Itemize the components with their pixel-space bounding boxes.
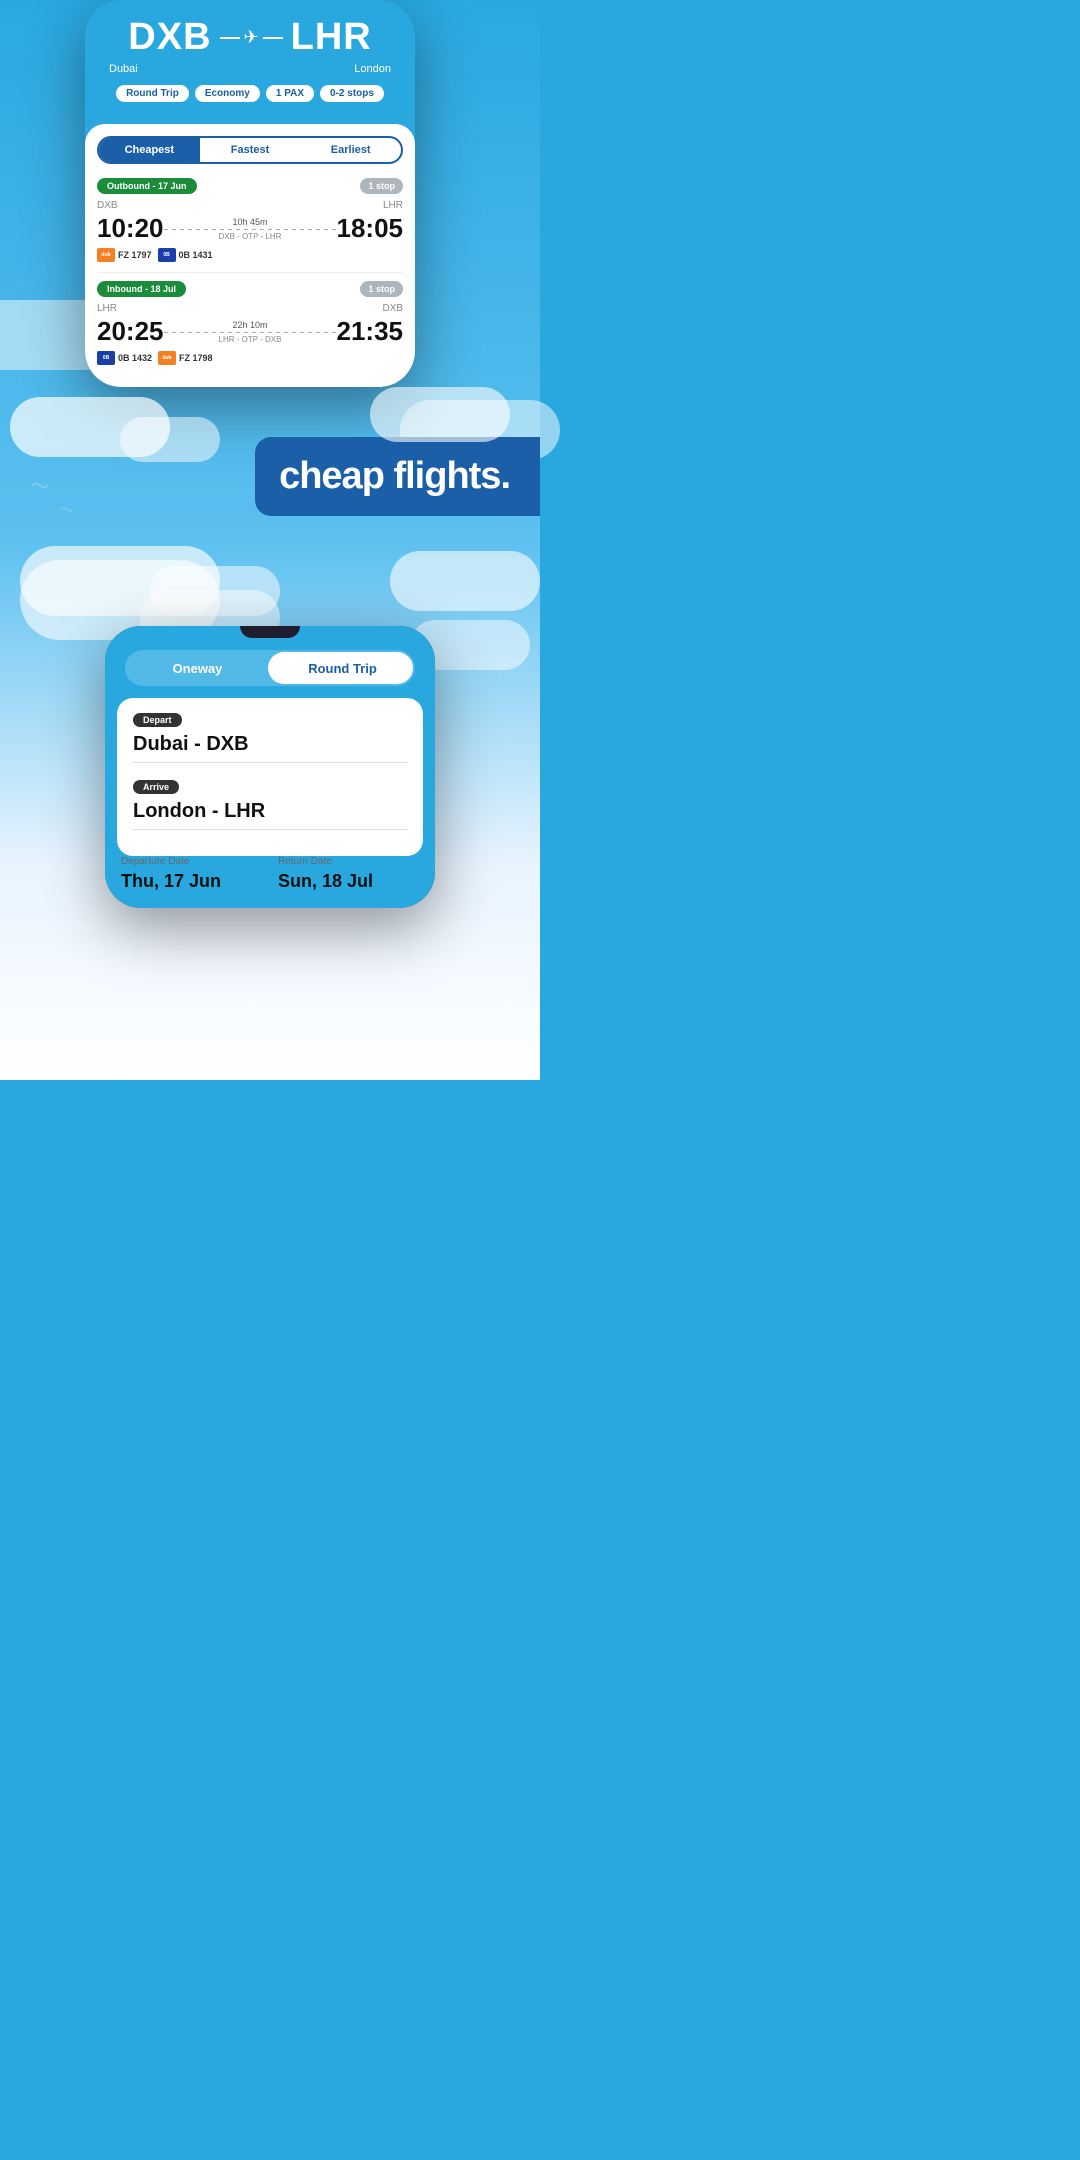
background: 〜 〜 DXB ✈ LHR Dubai London bbox=[0, 0, 540, 1080]
city-names: Dubai London bbox=[101, 63, 399, 75]
outbound-airline1-logo: dub bbox=[97, 248, 115, 262]
phone2-inner: Oneway Round Trip Depart Dubai - DXB Arr… bbox=[105, 626, 435, 908]
filter-passengers[interactable]: 1 PAX bbox=[266, 85, 314, 102]
cloud-spacer bbox=[0, 546, 540, 606]
outbound-route: DXB - OTP - LHR bbox=[164, 232, 337, 241]
outbound-stops: 1 stop bbox=[360, 178, 403, 194]
cloud-mid-left2 bbox=[120, 417, 220, 462]
outbound-airports: DXB LHR bbox=[97, 200, 403, 211]
inbound-header: Inbound - 18 Jul 1 stop bbox=[97, 281, 403, 297]
inbound-airline2: dub FZ 1798 bbox=[158, 351, 213, 365]
cloud-lower-right bbox=[390, 551, 540, 611]
filter-stops[interactable]: 0-2 stops bbox=[320, 85, 384, 102]
inbound-arrive-time: 21:35 bbox=[337, 316, 404, 347]
trip-toggle[interactable]: Oneway Round Trip bbox=[125, 650, 415, 686]
filter-cabin[interactable]: Economy bbox=[195, 85, 260, 102]
outbound-duration-info: 10h 45m DXB - OTP - LHR bbox=[164, 217, 337, 241]
outbound-times: 10:20 10h 45m DXB - OTP - LHR 18:05 bbox=[97, 213, 403, 244]
inbound-depart-time: 20:25 bbox=[97, 316, 164, 347]
outbound-airline2-logo: 0B bbox=[158, 248, 176, 262]
plane-icon: ✈ bbox=[220, 27, 283, 48]
cheap-flights-text: cheap flights. bbox=[279, 455, 510, 498]
cheap-flights-box: cheap flights. bbox=[255, 437, 540, 516]
outbound-label: Outbound - 17 Jun bbox=[97, 178, 197, 194]
arrive-label: Arrive bbox=[133, 780, 179, 794]
inbound-line bbox=[164, 332, 337, 333]
inbound-stops: 1 stop bbox=[360, 281, 403, 297]
inbound-airline2-logo: dub bbox=[158, 351, 176, 365]
cheap-flights-section: cheap flights. bbox=[0, 387, 540, 546]
outbound-airline2-code: 0B 1431 bbox=[179, 250, 213, 260]
tab-fastest[interactable]: Fastest bbox=[200, 138, 301, 162]
inbound-route: LHR - OTP - DXB bbox=[164, 335, 337, 344]
tab-cheapest[interactable]: Cheapest bbox=[99, 138, 200, 162]
origin-city: Dubai bbox=[109, 63, 138, 75]
flight-search-form: Depart Dubai - DXB Arrive London - LHR bbox=[117, 698, 423, 856]
route-row: DXB ✈ LHR bbox=[101, 16, 399, 59]
return-date-label: Return Date bbox=[278, 856, 419, 867]
inbound-label: Inbound - 18 Jul bbox=[97, 281, 186, 297]
cloud-lower-left2 bbox=[150, 566, 280, 616]
inbound-airports: LHR DXB bbox=[97, 303, 403, 314]
filters-row: Round Trip Economy 1 PAX 0-2 stops bbox=[101, 85, 399, 102]
arrive-value[interactable]: London - LHR bbox=[133, 800, 407, 830]
outbound-duration: 10h 45m bbox=[164, 217, 337, 227]
origin-code: DXB bbox=[128, 16, 211, 59]
inbound-dest-airport: DXB bbox=[382, 303, 403, 314]
depart-label: Depart bbox=[133, 713, 182, 727]
depart-value[interactable]: Dubai - DXB bbox=[133, 733, 407, 763]
inbound-origin-airport: LHR bbox=[97, 303, 117, 314]
outbound-airlines: dub FZ 1797 0B 0B 1431 bbox=[97, 248, 403, 262]
dest-code: LHR bbox=[291, 16, 372, 59]
outbound-origin-airport: DXB bbox=[97, 200, 118, 211]
departure-date-label: Departure Date bbox=[121, 856, 262, 867]
phone1-header: DXB ✈ LHR Dubai London Round Trip Econom… bbox=[85, 0, 415, 120]
phone1: DXB ✈ LHR Dubai London Round Trip Econom… bbox=[85, 0, 415, 387]
outbound-airline2: 0B 0B 1431 bbox=[158, 248, 213, 262]
toggle-roundtrip[interactable]: Round Trip bbox=[270, 650, 415, 686]
return-date-value[interactable]: Sun, 18 Jul bbox=[278, 871, 419, 892]
dest-city: London bbox=[354, 63, 391, 75]
inbound-times: 20:25 22h 10m LHR - OTP - DXB 21:35 bbox=[97, 316, 403, 347]
inbound-airlines: 0B 0B 1432 dub FZ 1798 bbox=[97, 351, 403, 365]
outbound-header: Outbound - 17 Jun 1 stop bbox=[97, 178, 403, 194]
outbound-dest-airport: LHR bbox=[383, 200, 403, 211]
outbound-segment: Outbound - 17 Jun 1 stop DXB LHR 10:20 1… bbox=[97, 178, 403, 262]
outbound-airline1-code: FZ 1797 bbox=[118, 250, 152, 260]
sort-tabs[interactable]: Cheapest Fastest Earliest bbox=[97, 136, 403, 164]
outbound-depart-time: 10:20 bbox=[97, 213, 164, 244]
segment-divider bbox=[97, 272, 403, 273]
cloud-mid-right bbox=[370, 387, 510, 442]
inbound-duration-info: 22h 10m LHR - OTP - DXB bbox=[164, 320, 337, 344]
inbound-segment: Inbound - 18 Jul 1 stop LHR DXB 20:25 22… bbox=[97, 281, 403, 365]
departure-date-field[interactable]: Departure Date Thu, 17 Jun bbox=[121, 856, 262, 892]
inbound-duration: 22h 10m bbox=[164, 320, 337, 330]
return-date-field[interactable]: Return Date Sun, 18 Jul bbox=[278, 856, 419, 892]
outbound-line bbox=[164, 229, 337, 230]
results-area: Cheapest Fastest Earliest Outbound - 17 … bbox=[85, 124, 415, 387]
departure-date-value[interactable]: Thu, 17 Jun bbox=[121, 871, 262, 892]
outbound-arrive-time: 18:05 bbox=[337, 213, 404, 244]
outbound-airline1: dub FZ 1797 bbox=[97, 248, 152, 262]
filter-trip-type[interactable]: Round Trip bbox=[116, 85, 189, 102]
inbound-airline1: 0B 0B 1432 bbox=[97, 351, 152, 365]
inbound-airline2-code: FZ 1798 bbox=[179, 353, 213, 363]
dates-row: Departure Date Thu, 17 Jun Return Date S… bbox=[105, 856, 435, 908]
inbound-airline1-code: 0B 1432 bbox=[118, 353, 152, 363]
arrive-field[interactable]: Arrive London - LHR bbox=[133, 777, 407, 830]
phone2: Oneway Round Trip Depart Dubai - DXB Arr… bbox=[105, 626, 435, 908]
toggle-oneway[interactable]: Oneway bbox=[125, 650, 270, 686]
depart-field[interactable]: Depart Dubai - DXB bbox=[133, 710, 407, 763]
tab-earliest[interactable]: Earliest bbox=[300, 138, 401, 162]
phone2-notch bbox=[240, 626, 300, 638]
inbound-airline1-logo: 0B bbox=[97, 351, 115, 365]
